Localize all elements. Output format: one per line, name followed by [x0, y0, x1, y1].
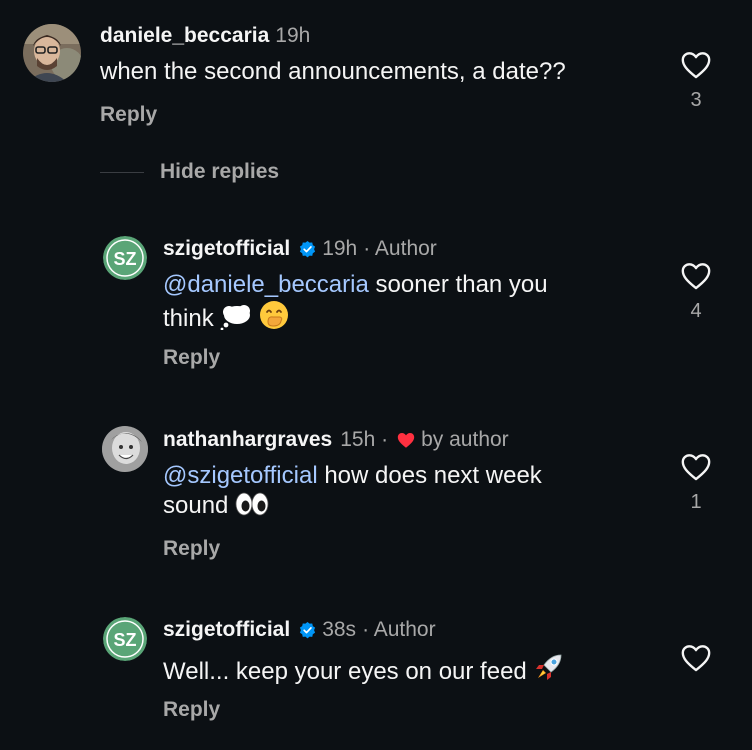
red-heart-icon — [397, 433, 415, 448]
heart-outline-icon[interactable] — [680, 50, 712, 79]
author-tag: · Author — [363, 237, 437, 260]
liked-by-author-label: by author — [421, 428, 509, 451]
mention-link[interactable]: @szigetofficial — [163, 462, 318, 489]
username[interactable]: nathanhargraves — [163, 428, 332, 452]
username[interactable]: daniele_beccaria — [100, 24, 269, 48]
reply-button[interactable]: Reply — [163, 537, 220, 561]
avatar-initials: SZ — [113, 249, 136, 269]
heart-outline-icon[interactable] — [680, 643, 712, 672]
hide-replies-toggle[interactable]: Hide replies — [100, 160, 279, 184]
avatar[interactable] — [23, 24, 81, 82]
avatar[interactable]: SZ — [103, 617, 147, 661]
like-column — [678, 643, 714, 672]
comment-text-line: think — [163, 305, 214, 332]
heart-outline-icon[interactable] — [680, 452, 712, 481]
heart-outline-icon[interactable] — [680, 261, 712, 290]
comment-text-line: sound — [163, 492, 229, 519]
rocket-emoji-icon — [536, 654, 562, 680]
like-column: 4 — [678, 261, 714, 323]
avatar-initials: SZ — [113, 630, 136, 650]
comment-header: szigetofficial 38s · Author — [163, 617, 436, 643]
reply-button[interactable]: Reply — [100, 103, 157, 127]
comment-text-line: how does next week — [317, 462, 542, 489]
comment-text-line: sooner than you — [368, 271, 548, 298]
timestamp: 15h · — [340, 428, 389, 451]
reply-button[interactable]: Reply — [163, 346, 220, 370]
comment-text: when the second announcements, a date?? — [100, 57, 566, 87]
comment-header: szigetofficial 19h · Author — [163, 236, 437, 262]
divider — [100, 171, 144, 173]
comment-text: @daniele_beccaria sooner than you think — [163, 270, 633, 334]
comment-text-line: Well... keep your eyes on our feed — [163, 658, 527, 685]
username[interactable]: szigetofficial — [163, 237, 290, 261]
verified-badge-icon — [300, 621, 316, 638]
comment-text-line: when the second announcements, a date?? — [100, 58, 566, 85]
like-count[interactable]: 4 — [678, 300, 714, 323]
avatar[interactable]: SZ — [103, 236, 147, 280]
eyes-emoji-icon — [235, 492, 269, 516]
thought-balloon-emoji-icon — [220, 305, 251, 330]
timestamp: 19h — [275, 24, 311, 47]
like-count[interactable]: 1 — [678, 491, 714, 514]
timestamp: 38s — [322, 618, 357, 641]
face-with-hand-over-mouth-emoji-icon — [260, 301, 289, 329]
comment-text: Well... keep your eyes on our feed — [163, 651, 643, 687]
like-column: 3 — [678, 50, 714, 112]
like-column: 1 — [678, 452, 714, 514]
hide-replies-label[interactable]: Hide replies — [160, 160, 279, 184]
author-tag: · Author — [362, 618, 436, 641]
avatar[interactable] — [102, 426, 148, 472]
mention-link[interactable]: @daniele_beccaria — [163, 271, 369, 298]
comment-header: daniele_beccaria 19h — [100, 23, 310, 49]
verified-badge-icon — [300, 240, 316, 257]
comment-text: @szigetofficial how does next week sound — [163, 461, 633, 521]
like-count[interactable]: 3 — [678, 89, 714, 112]
reply-button[interactable]: Reply — [163, 698, 220, 722]
timestamp: 19h — [322, 237, 358, 260]
comment-header: nathanhargraves 15h · by author — [163, 427, 509, 453]
username[interactable]: szigetofficial — [163, 618, 290, 642]
